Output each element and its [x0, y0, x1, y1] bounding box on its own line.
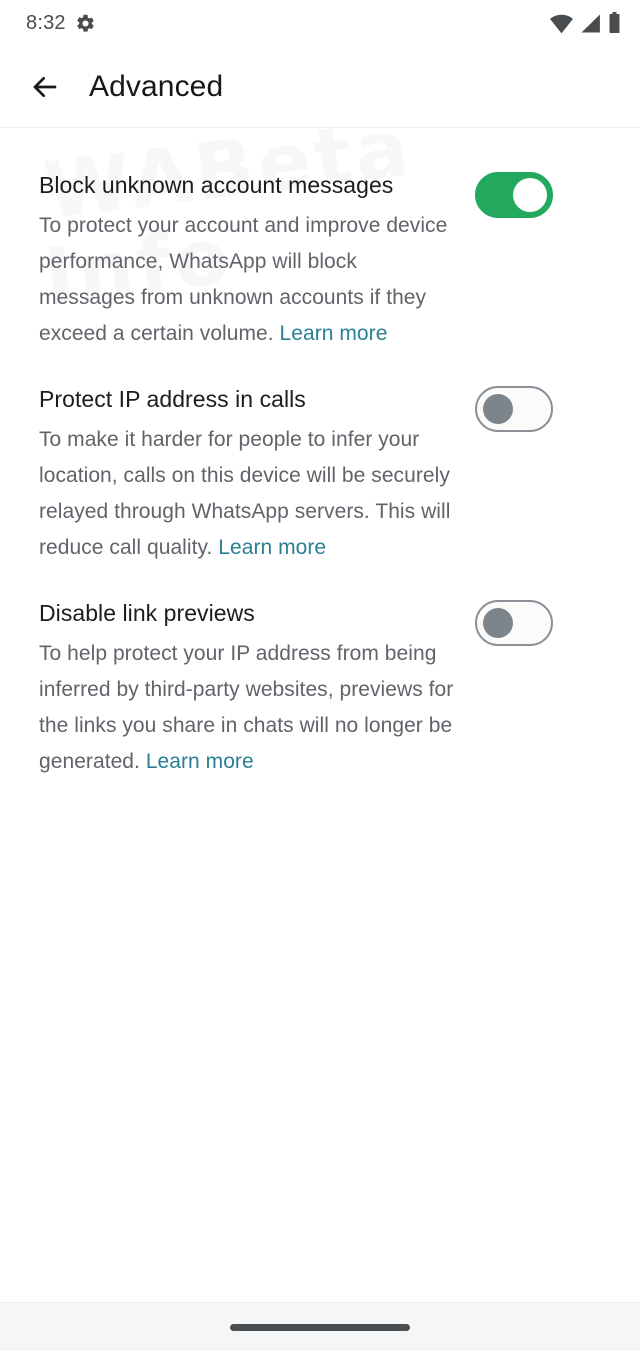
setting-title: Block unknown account messages	[39, 172, 394, 198]
home-gesture-pill[interactable]	[230, 1323, 410, 1331]
setting-description: To help protect your IP address from bei…	[39, 636, 457, 780]
app-bar: Advanced	[0, 46, 640, 128]
setting-description: To make it harder for people to infer yo…	[39, 422, 457, 566]
learn-more-link[interactable]: Learn more	[218, 536, 326, 559]
setting-text-group: Block unknown account messages To protec…	[39, 170, 471, 352]
learn-more-link[interactable]: Learn more	[146, 750, 254, 773]
toggle-knob	[483, 394, 513, 424]
toggle-disable-link-previews[interactable]	[475, 600, 553, 646]
setting-title: Protect IP address in calls	[39, 386, 306, 412]
toggle-block-unknown-account-messages[interactable]	[475, 172, 553, 218]
arrow-left-icon	[29, 71, 61, 103]
status-bar: 8:32	[0, 0, 640, 46]
toggle-knob	[483, 608, 513, 638]
back-button[interactable]	[24, 66, 66, 108]
setting-row-protect-ip-address-in-calls[interactable]: Protect IP address in calls To make it h…	[0, 368, 640, 582]
status-bar-left: 8:32	[26, 12, 96, 35]
setting-text-group: Disable link previews To help protect yo…	[39, 598, 471, 780]
system-navigation-bar	[0, 1302, 640, 1351]
page-title: Advanced	[89, 69, 224, 103]
cellular-signal-icon	[579, 13, 602, 34]
battery-icon	[607, 12, 622, 34]
setting-title: Disable link previews	[39, 600, 255, 626]
settings-list: Block unknown account messages To protec…	[0, 128, 640, 1302]
toggle-knob	[513, 178, 547, 212]
setting-toggle-wrap	[471, 598, 557, 646]
wifi-icon	[549, 13, 574, 34]
setting-row-disable-link-previews[interactable]: Disable link previews To help protect yo…	[0, 582, 640, 796]
toggle-protect-ip-address-in-calls[interactable]	[475, 386, 553, 432]
setting-row-block-unknown-account-messages[interactable]: Block unknown account messages To protec…	[0, 154, 640, 368]
learn-more-link[interactable]: Learn more	[280, 322, 388, 345]
setting-text-group: Protect IP address in calls To make it h…	[39, 384, 471, 566]
gear-icon	[75, 13, 96, 34]
status-bar-clock: 8:32	[26, 11, 66, 34]
status-bar-right	[549, 12, 622, 34]
setting-toggle-wrap	[471, 170, 557, 218]
setting-toggle-wrap	[471, 384, 557, 432]
phone-screen: WABeta Info 8:32 Advanced Block unknown …	[0, 0, 640, 1351]
setting-description: To protect your account and improve devi…	[39, 208, 457, 352]
